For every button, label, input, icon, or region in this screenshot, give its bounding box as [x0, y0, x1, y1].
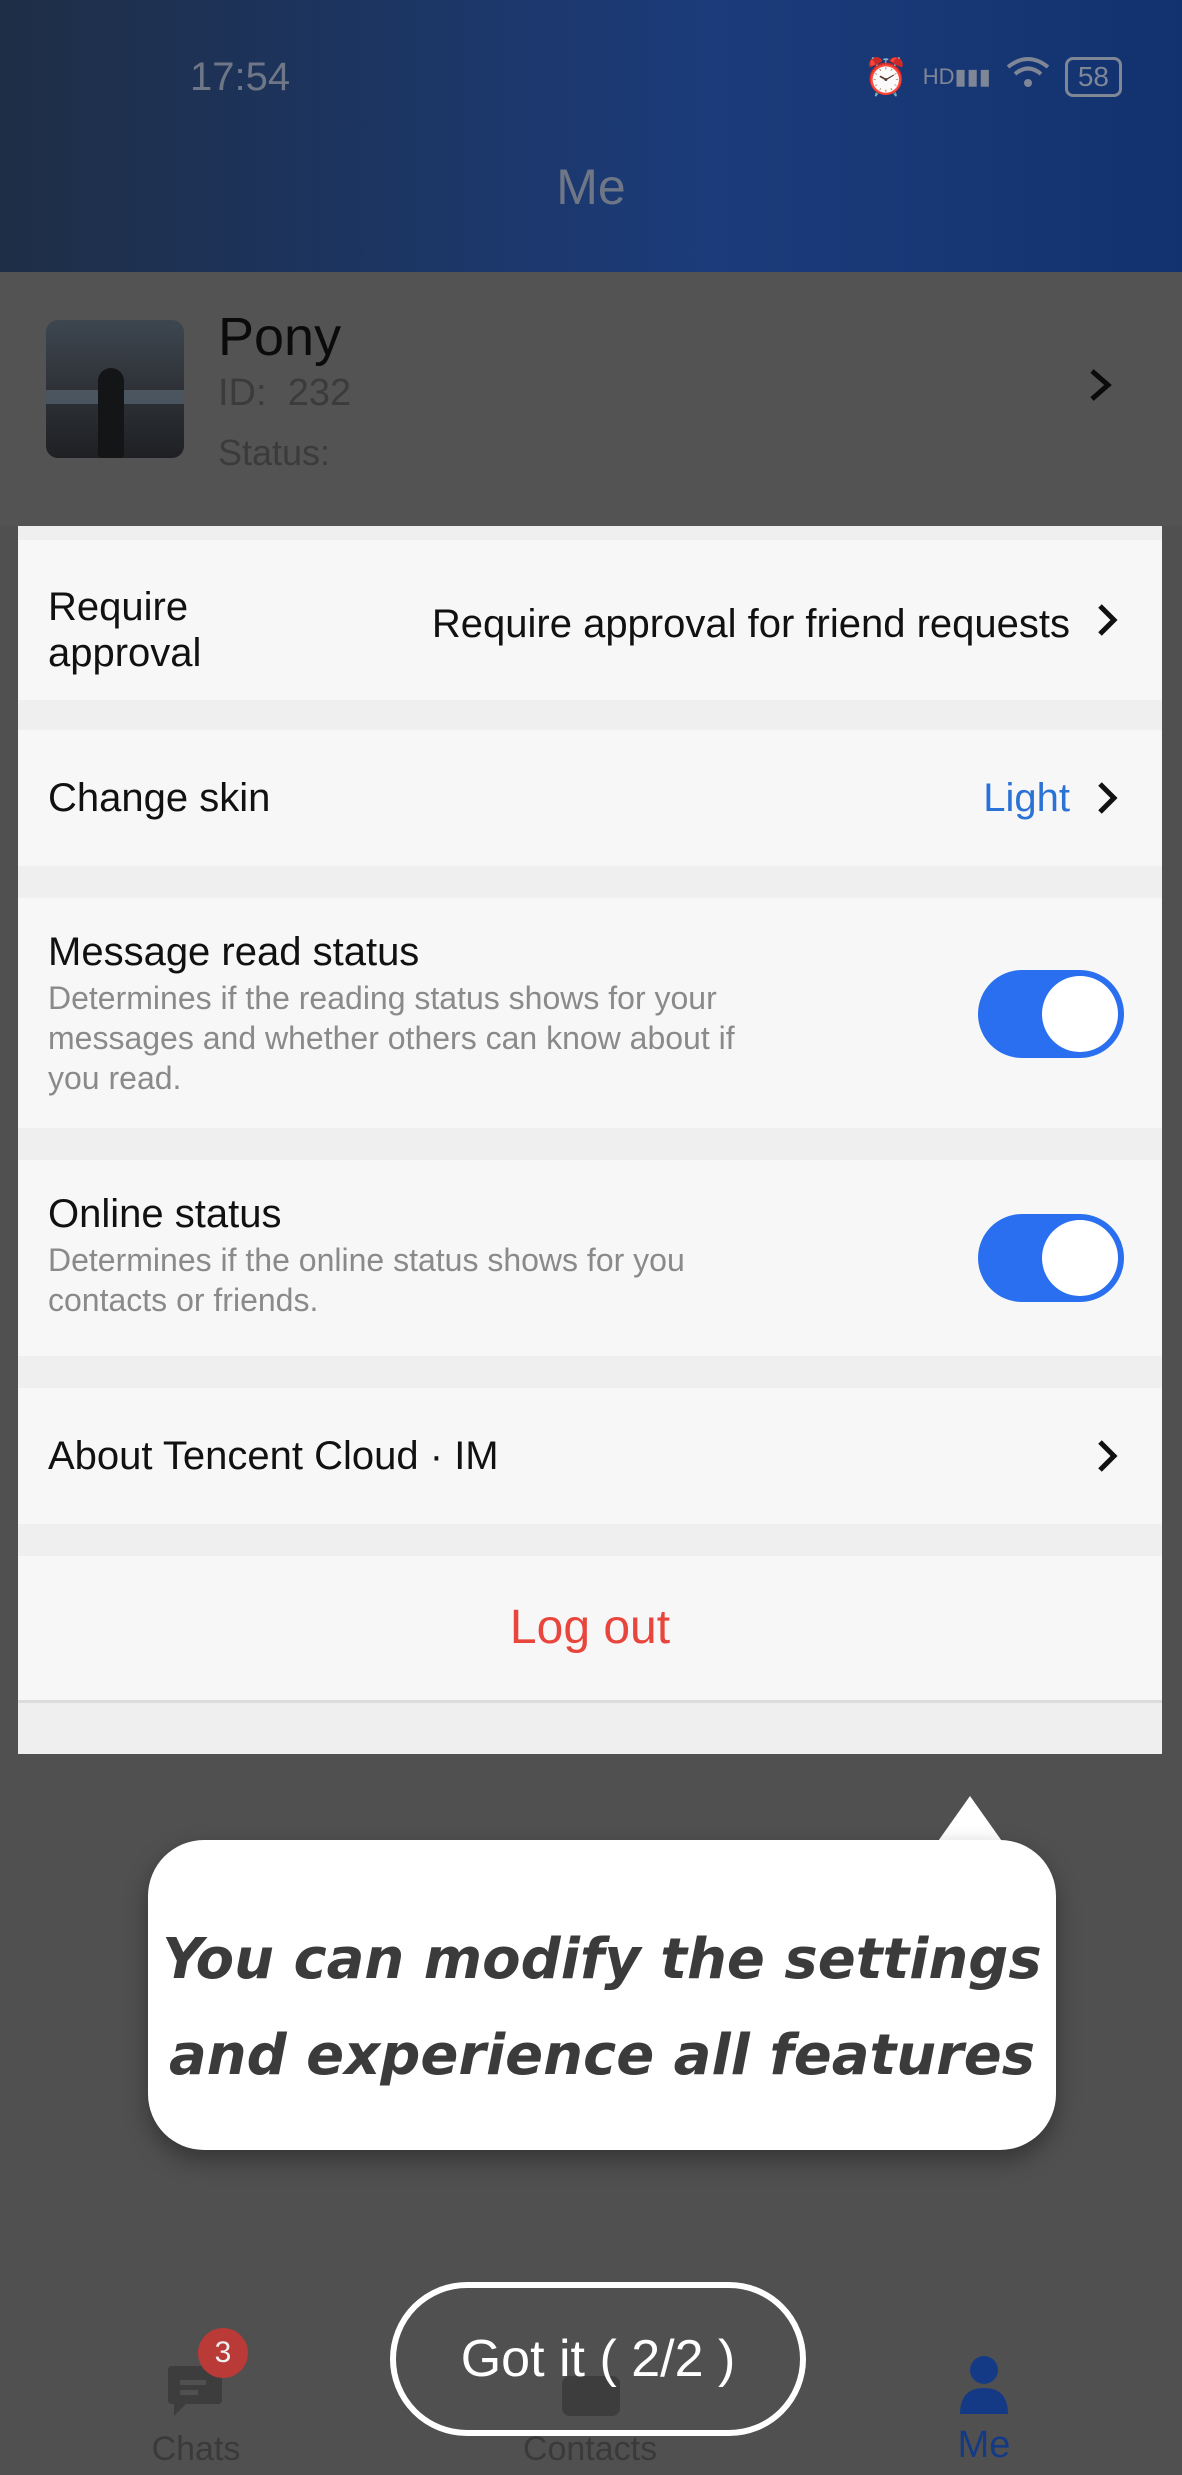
online-status-label: Online status — [48, 1192, 282, 1236]
tooltip-text: You can modify the settings and experien… — [162, 1927, 1042, 2088]
status-time: 17:54 — [190, 55, 291, 99]
settings-panel: Require approval Require approval for fr… — [18, 526, 1162, 1754]
status-icons: ⏰ HD▮▮▮ 58 — [864, 55, 1122, 98]
nav-chats[interactable]: Chats — [96, 2430, 296, 2469]
online-status-row: Online status Determines if the online s… — [18, 1160, 1162, 1356]
change-skin-value: Light — [983, 776, 1070, 820]
message-read-status-row: Message read status Determines if the re… — [18, 898, 1162, 1128]
guide-tooltip: You can modify the settings and experien… — [148, 1840, 1056, 2150]
change-skin-label: Change skin — [48, 776, 271, 820]
chevron-right-icon — [1098, 604, 1118, 636]
app-header — [0, 0, 1182, 272]
nav-me[interactable]: Me — [884, 2424, 1084, 2467]
signal-icon: HD▮▮▮ — [922, 63, 991, 89]
require-approval-label: Require approval — [48, 585, 202, 675]
message-read-status-desc: Determines if the reading status shows f… — [48, 980, 735, 1096]
person-icon — [960, 2356, 1008, 2414]
alarm-icon: ⏰ — [863, 55, 909, 97]
change-skin-row[interactable]: Change skin Light — [18, 730, 1162, 866]
page-title: Me — [556, 159, 626, 215]
tooltip-arrow — [936, 1796, 1004, 1844]
profile-status: Status: — [218, 432, 331, 473]
profile-id: ID: 232 — [218, 372, 352, 414]
logout-row[interactable]: Log out — [18, 1556, 1162, 1703]
about-label: About Tencent Cloud · IM — [48, 1434, 499, 1478]
wifi-icon — [1005, 55, 1051, 98]
chevron-right-icon — [1090, 369, 1112, 401]
avatar — [46, 320, 184, 458]
require-approval-row[interactable]: Require approval Require approval for fr… — [18, 540, 1162, 700]
got-it-button[interactable]: Got it ( 2/2 ) — [390, 2282, 806, 2436]
about-row[interactable]: About Tencent Cloud · IM — [18, 1388, 1162, 1524]
message-read-status-toggle[interactable] — [978, 970, 1124, 1058]
battery-icon: 58 — [1064, 56, 1122, 97]
message-read-status-label: Message read status — [48, 930, 420, 974]
require-approval-value: Require approval for friend requests — [431, 602, 1070, 646]
chevron-right-icon — [1098, 782, 1118, 814]
online-status-desc: Determines if the online status shows fo… — [48, 1242, 685, 1318]
chevron-right-icon — [1098, 1440, 1118, 1472]
logout-button[interactable]: Log out — [18, 1600, 1162, 1655]
online-status-toggle[interactable] — [978, 1214, 1124, 1302]
chats-unread-badge: 3 — [198, 2328, 248, 2378]
profile-name: Pony — [218, 307, 342, 367]
